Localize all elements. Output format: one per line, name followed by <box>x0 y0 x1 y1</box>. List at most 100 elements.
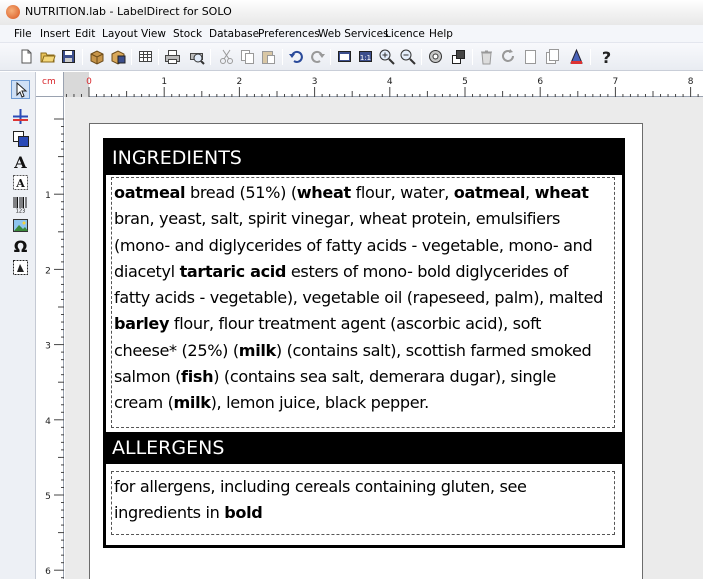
print-icon[interactable] <box>164 48 181 65</box>
zoom-out-icon[interactable] <box>399 48 416 65</box>
box-tool-icon[interactable] <box>11 129 30 148</box>
label-page[interactable]: INGREDIENTS oatmeal bread (51%) ( wheat f… <box>89 123 643 579</box>
ruler-tick-label: 1 <box>45 191 51 201</box>
ruler-tick-label: 2 <box>45 266 51 276</box>
menu-layout[interactable]: Layout <box>102 28 138 40</box>
menu-bar: File Insert Edit Layout View Stock Datab… <box>0 25 703 43</box>
ruler-tick-label: 3 <box>45 342 51 352</box>
line-tool-icon[interactable] <box>11 107 30 126</box>
ruler-tick-label: 8 <box>688 77 694 87</box>
text-run: esters of mono- bold diglycerides of <box>286 261 569 281</box>
shape-tool-icon[interactable] <box>11 258 30 277</box>
app-icon <box>6 5 20 19</box>
zoom-in-icon[interactable] <box>378 48 395 65</box>
bold-allergen-word: tartaric acid <box>179 261 287 281</box>
text-line: ingredients in bold <box>114 500 614 526</box>
text-line: cheese* (25%) (milk) (contains salt), sc… <box>114 338 614 364</box>
text-line: diacetyl tartaric acid esters of mono- b… <box>114 259 614 285</box>
duplicate-icon[interactable] <box>544 48 561 65</box>
ruler-tick-label: 6 <box>537 77 543 87</box>
cut-icon[interactable] <box>218 48 235 65</box>
database-icon[interactable] <box>137 48 154 65</box>
menu-edit[interactable]: Edit <box>75 28 95 40</box>
one-to-one-icon[interactable]: 1:1 <box>357 48 374 65</box>
menu-help[interactable]: Help <box>429 28 453 40</box>
copy-icon[interactable] <box>239 48 256 65</box>
toolbar: 1:1 ? <box>0 43 703 71</box>
text-line: fatty acids - vegetable), vegetable oil … <box>114 285 614 311</box>
text-tool-icon[interactable]: A <box>11 152 30 171</box>
save-component-icon[interactable] <box>109 48 126 65</box>
text-run: ) (contains sea salt, demerara dugar), s… <box>213 367 556 387</box>
menu-file[interactable]: File <box>14 28 32 40</box>
ruler-tick-label: 6 <box>45 567 51 577</box>
design-canvas[interactable]: INGREDIENTS oatmeal bread (51%) ( wheat f… <box>65 97 703 579</box>
save-icon[interactable] <box>60 48 77 65</box>
ingredients-paragraph[interactable]: oatmeal bread (51%) (wheat flour, water,… <box>111 177 615 428</box>
menu-licence[interactable]: Licence <box>385 28 425 40</box>
text-line: for allergens, including cereals contain… <box>114 474 614 500</box>
menu-database[interactable]: Database <box>209 28 259 40</box>
title-bar: NUTRITION.lab - LabelDirect for SOLO <box>0 0 703 25</box>
text-run: (mono- and diglycerides of fatty acids -… <box>114 235 593 255</box>
menu-web-services[interactable]: Web Services <box>318 28 389 40</box>
text-line: (mono- and diglycerides of fatty acids -… <box>114 233 614 259</box>
ruler-tick-label: 5 <box>45 492 51 502</box>
menu-view[interactable]: View <box>141 28 166 40</box>
undo-icon[interactable] <box>288 48 305 65</box>
text-run: for allergens, including cereals contain… <box>114 477 527 496</box>
ruler-tick-label: 2 <box>237 77 243 87</box>
refresh-icon[interactable] <box>500 48 517 65</box>
ruler-tick-label: 0 <box>86 77 92 87</box>
new-document-icon[interactable] <box>18 48 35 65</box>
tool-strip: A A 123 Ω <box>0 72 36 579</box>
paste-icon[interactable] <box>260 48 277 65</box>
text-line: bran, yeast, salt, spirit vinegar, wheat… <box>114 206 614 232</box>
ruler-tick-label: 7 <box>613 77 619 87</box>
bold-allergen-word: fish <box>181 367 214 387</box>
barcode-tool-icon[interactable]: 123 <box>11 194 30 213</box>
allergens-paragraph[interactable]: for allergens, including cereals contain… <box>111 471 615 535</box>
bin-icon[interactable] <box>478 48 495 65</box>
menu-preferences[interactable]: Preferences <box>258 28 320 40</box>
text-run: ) (contains salt), scottish farmed smoke… <box>275 340 592 360</box>
ruler-tick-label: 4 <box>45 417 51 427</box>
help-icon[interactable]: ? <box>598 48 615 65</box>
svg-text:A: A <box>15 177 25 190</box>
bold-allergen-word: bold <box>224 503 263 523</box>
layers-icon[interactable] <box>450 48 467 65</box>
bold-allergen-word: wheat <box>534 183 589 202</box>
redo-icon[interactable] <box>309 48 326 65</box>
bold-allergen-word: barley <box>114 314 170 334</box>
page-icon[interactable] <box>522 48 539 65</box>
text-run: diacetyl <box>114 261 180 281</box>
view-mode-icon[interactable] <box>336 48 353 65</box>
menu-stock[interactable]: Stock <box>173 28 202 40</box>
paragraph-tool-icon[interactable]: A <box>11 173 30 192</box>
ruler-tick-label: 1 <box>161 77 167 87</box>
text-line: barley flour, flour treatment agent (asc… <box>114 311 614 337</box>
bold-allergen-word: oatmeal <box>114 183 186 202</box>
bold-allergen-word: oatmeal <box>453 183 526 202</box>
ruler-tick-label: 3 <box>312 77 318 87</box>
open-folder-icon[interactable] <box>39 48 56 65</box>
svg-text:A: A <box>13 153 27 171</box>
menu-insert[interactable]: Insert <box>40 28 70 40</box>
symbol-tool-icon[interactable]: Ω <box>11 236 30 255</box>
print-preview-icon[interactable] <box>188 48 205 65</box>
label-border-box[interactable]: INGREDIENTS oatmeal bread (51%) ( wheat f… <box>103 138 625 548</box>
text-line: oatmeal bread (51%) (wheat flour, water,… <box>114 180 614 206</box>
horizontal-ruler: 0 1 2 3 4 5 6 7 8 <box>64 72 703 97</box>
ruler-tick-label: 4 <box>387 77 393 87</box>
label-icon[interactable] <box>427 48 444 65</box>
font-icon[interactable] <box>568 48 585 65</box>
bold-allergen-word: milk <box>238 340 276 360</box>
picture-tool-icon[interactable] <box>11 216 30 235</box>
ingredients-header[interactable]: INGREDIENTS <box>106 141 622 175</box>
allergens-header[interactable]: ALLERGENS <box>106 432 622 464</box>
text-run: cream ( <box>114 393 174 413</box>
text-run: fatty acids - vegetable), vegetable oil … <box>114 288 604 308</box>
open-component-icon[interactable] <box>88 48 105 65</box>
text-run: bread (51%) ( <box>185 183 297 202</box>
select-arrow-icon[interactable] <box>11 80 30 99</box>
